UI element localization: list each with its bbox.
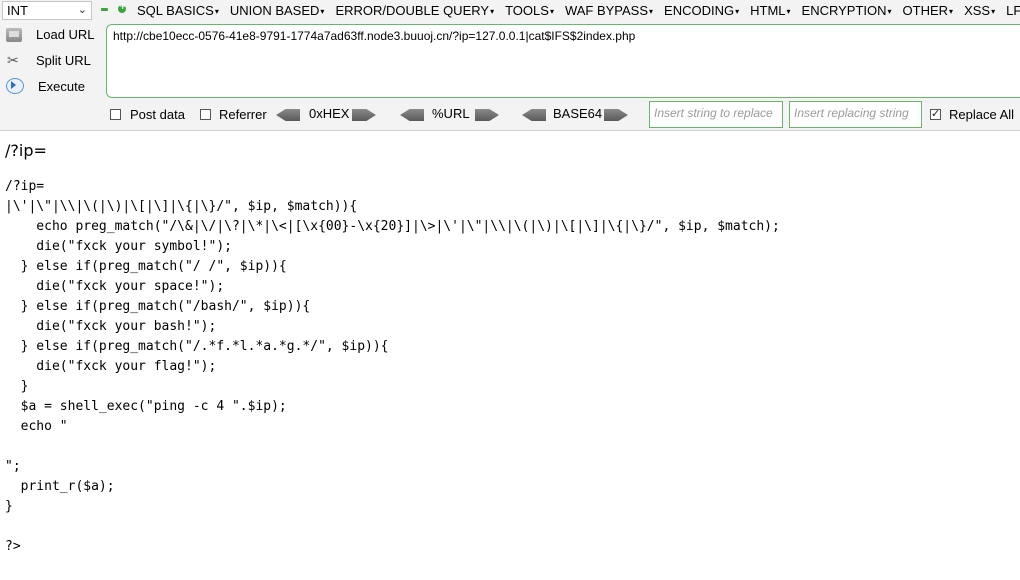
injection-type-select[interactable]: INT ⌄: [2, 1, 92, 20]
menu-tools[interactable]: TOOLS▾: [505, 2, 554, 20]
load-url-icon: [6, 27, 22, 42]
php-source-code: /?ip= |\'|\"|\\|\(|\)|\[|\]|\{|\}/", $ip…: [5, 179, 780, 554]
split-url-label: Split URL: [36, 53, 91, 68]
decrease-icon[interactable]: [100, 5, 110, 15]
load-url-button[interactable]: Load URL: [6, 27, 95, 42]
hex-decode-arrow-icon[interactable]: [276, 109, 300, 121]
execute-label: Execute: [38, 78, 85, 94]
split-url-button[interactable]: Split URL: [6, 52, 91, 69]
insert-string-input[interactable]: Insert string to replace: [649, 101, 783, 128]
menu-bar: SQL BASICS▾ UNION BASED▾ ERROR/DOUBLE QU…: [137, 2, 1020, 20]
base64-encode-arrow-icon[interactable]: [604, 109, 628, 121]
menu-error-double-query[interactable]: ERROR/DOUBLE QUERY▾: [335, 2, 494, 20]
post-data-checkbox[interactable]: [110, 109, 121, 120]
page-body: /?ip= /?ip= |\'|\"|\\|\(|\)|\[|\]|\{|\}/…: [5, 133, 1015, 557]
hex-encode-arrow-icon[interactable]: [352, 109, 376, 121]
url-encode-arrow-icon[interactable]: [475, 109, 499, 121]
referrer-checkbox[interactable]: [200, 109, 211, 120]
hackbar-toolbar: INT ⌄ SQL BASICS▾ UNION BASED▾ ERROR/DOU…: [0, 0, 1020, 131]
hex-label: 0xHEX: [309, 106, 350, 121]
execute-button[interactable]: Execute: [6, 78, 85, 94]
menu-sql-basics[interactable]: SQL BASICS▾: [137, 2, 219, 20]
url-textarea[interactable]: http://cbe10ecc-0576-41e8-9791-1774a7ad6…: [106, 24, 1020, 98]
base64-decode-arrow-icon[interactable]: [522, 109, 546, 121]
chevron-down-icon: ⌄: [77, 4, 87, 16]
menu-encoding[interactable]: ENCODING▾: [664, 2, 739, 20]
menu-union-based[interactable]: UNION BASED▾: [230, 2, 325, 20]
menu-encryption[interactable]: ENCRYPTION▾: [802, 2, 892, 20]
url-decode-arrow-icon[interactable]: [400, 109, 424, 121]
referrer-label: Referrer: [219, 107, 267, 122]
menu-waf-bypass[interactable]: WAF BYPASS▾: [565, 2, 653, 20]
menu-html[interactable]: HTML▾: [750, 2, 790, 20]
menu-xss[interactable]: XSS▾: [964, 2, 995, 20]
scissors-icon: [6, 52, 22, 69]
url-encode-label: %URL: [432, 106, 470, 121]
post-data-label: Post data: [130, 107, 185, 122]
increase-icon[interactable]: [116, 2, 127, 15]
replacing-string-input[interactable]: Insert replacing string: [789, 101, 922, 128]
url-value: http://cbe10ecc-0576-41e8-9791-1774a7ad6…: [113, 29, 636, 43]
injection-type-value: INT: [7, 3, 28, 18]
replace-all-checkbox[interactable]: [930, 107, 941, 120]
play-icon: [6, 78, 24, 94]
base64-label: BASE64: [553, 106, 603, 121]
page-heading: /?ip=: [5, 141, 47, 160]
menu-other[interactable]: OTHER▾: [903, 2, 954, 20]
replace-all-label: Replace All: [949, 107, 1015, 122]
load-url-label: Load URL: [36, 27, 95, 42]
menu-lfi[interactable]: LFI▾: [1006, 2, 1020, 20]
